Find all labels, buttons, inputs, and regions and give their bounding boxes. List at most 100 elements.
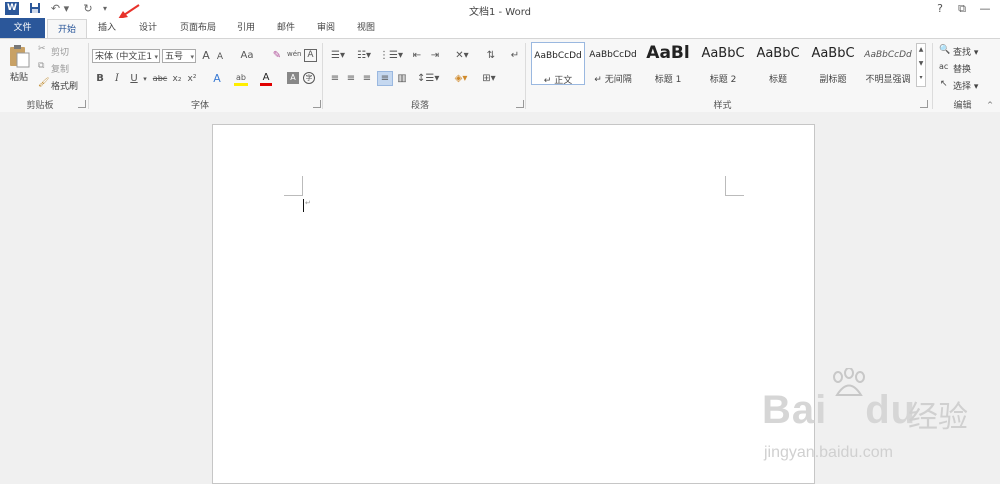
borders-icon[interactable]: ⊞▾ xyxy=(478,72,500,86)
baidu-watermark: Bai du 经验 jingyan.baidu.com xyxy=(758,366,993,466)
tab-mailings[interactable]: 邮件 xyxy=(270,18,302,38)
style-no-spacing[interactable]: AaBbCcDd ↵ 无间隔 xyxy=(586,42,640,85)
tab-references[interactable]: 引用 xyxy=(230,18,262,38)
paste-button[interactable]: 粘贴 xyxy=(10,70,28,83)
format-painter-icon[interactable]: 🖌 xyxy=(38,78,49,88)
replace-icon[interactable]: ac xyxy=(939,62,948,71)
text-effects-icon[interactable]: A xyxy=(210,72,224,86)
line-spacing-icon[interactable]: ↕☰▾ xyxy=(417,72,439,86)
highlight-color-icon[interactable]: ab xyxy=(234,72,248,86)
style-normal[interactable]: AaBbCcDd ↵ 正文 xyxy=(531,42,585,86)
cut-button[interactable]: 剪切 xyxy=(51,45,69,58)
phonetic-guide-icon[interactable]: wén xyxy=(287,47,301,61)
justify-icon[interactable]: ≡ xyxy=(377,71,393,86)
superscript-button[interactable]: x² xyxy=(186,72,198,86)
watermark-url: jingyan.baidu.com xyxy=(764,444,893,461)
italic-button[interactable]: I xyxy=(111,72,123,86)
show-hide-marks-icon[interactable]: ↵ xyxy=(508,49,522,63)
asian-layout-icon[interactable]: ✕▾ xyxy=(451,49,473,63)
format-painter-button[interactable]: 格式刷 xyxy=(51,79,78,92)
tab-view[interactable]: 视图 xyxy=(350,18,382,38)
font-launcher-icon[interactable]: . xyxy=(313,100,321,108)
paragraph-launcher-icon[interactable]: . xyxy=(516,100,524,108)
tab-design[interactable]: 设计 xyxy=(130,18,166,38)
distributed-icon[interactable]: ▥ xyxy=(395,72,409,86)
editing-group-label: 编辑 xyxy=(953,101,972,111)
find-button[interactable]: 查找 ▾ xyxy=(953,45,978,58)
group-separator xyxy=(88,43,89,109)
style-heading-2[interactable]: AaBbC 标题 2 xyxy=(696,42,750,85)
select-cursor-icon[interactable]: ↖ xyxy=(940,79,948,89)
window-title: 文档1 - Word xyxy=(468,7,532,18)
styles-gallery-scroll[interactable]: ▲ ▼ ▾ xyxy=(916,43,926,87)
help-button[interactable]: ? xyxy=(930,1,950,16)
align-center-icon[interactable]: ≡ xyxy=(344,72,358,86)
numbering-icon[interactable]: ☷▾ xyxy=(353,49,375,63)
style-sample: AaBbC xyxy=(756,46,800,61)
strikethrough-button[interactable]: abc xyxy=(152,72,168,86)
style-subtitle[interactable]: AaBbC 副标题 xyxy=(806,42,860,85)
character-shading-icon[interactable]: A xyxy=(287,72,299,84)
select-button[interactable]: 选择 ▾ xyxy=(953,79,978,92)
copy-button[interactable]: 复制 xyxy=(51,62,69,75)
chevron-down-icon: ▾ xyxy=(154,53,158,61)
style-sample: AaBbC xyxy=(811,46,855,61)
watermark-brand-a: Bai xyxy=(762,388,828,432)
style-subtle-emphasis[interactable]: AaBbCcDd 不明显强调 xyxy=(861,42,915,85)
text-cursor xyxy=(303,199,304,212)
cut-icon[interactable]: ✂ xyxy=(38,44,46,54)
bullets-icon[interactable]: ☰▾ xyxy=(327,49,349,63)
restore-ribbon-button[interactable]: ⧉ xyxy=(952,1,972,16)
change-case-icon[interactable]: Aa xyxy=(236,49,258,63)
chevron-down-icon[interactable]: ▼ xyxy=(917,58,925,70)
style-title[interactable]: AaBbC 标题 xyxy=(751,42,805,85)
more-styles-icon[interactable]: ▾ xyxy=(917,72,925,84)
align-right-icon[interactable]: ≡ xyxy=(360,72,374,86)
minimize-button[interactable]: — xyxy=(975,1,995,16)
font-group-label: 字体 xyxy=(190,101,209,111)
sort-icon[interactable]: ⇅ xyxy=(484,49,498,63)
font-name-combo[interactable]: 宋体 (中文正1 ▾ xyxy=(92,49,160,63)
enclose-characters-icon[interactable]: 字 xyxy=(303,72,315,84)
decrease-indent-icon[interactable]: ⇤ xyxy=(410,49,424,63)
font-color-icon[interactable]: A xyxy=(260,72,272,86)
replace-button[interactable]: 替换 xyxy=(953,62,971,75)
style-sample: AaBbCcDd xyxy=(589,50,637,60)
binoculars-icon[interactable]: 🔍 xyxy=(939,45,950,55)
tab-home[interactable]: 开始 xyxy=(47,19,87,39)
subscript-button[interactable]: x₂ xyxy=(171,72,183,86)
underline-button[interactable]: U xyxy=(128,72,140,86)
clipboard-launcher-icon[interactable]: . xyxy=(78,100,86,108)
styles-group-label: 样式 xyxy=(713,101,732,111)
clear-formatting-icon[interactable]: ✎ xyxy=(270,49,284,63)
styles-launcher-icon[interactable]: . xyxy=(920,100,928,108)
ribbon-home: 粘贴 ✂ 剪切 ⧉ 复制 🖌 格式刷 剪贴板 . 宋体 (中文正1▾ 五号▾ A… xyxy=(0,38,1000,113)
tab-review[interactable]: 审阅 xyxy=(310,18,342,38)
bold-button[interactable]: B xyxy=(94,72,106,86)
font-size-combo[interactable]: 五号 ▾ xyxy=(162,49,196,63)
character-border-icon[interactable]: A xyxy=(304,49,317,62)
paste-icon[interactable] xyxy=(8,43,30,69)
align-left-icon[interactable]: ≡ xyxy=(328,72,342,86)
copy-icon[interactable]: ⧉ xyxy=(38,61,44,71)
tab-insert[interactable]: 插入 xyxy=(89,18,125,38)
style-name: 副标题 xyxy=(819,75,847,85)
chevron-up-icon[interactable]: ▲ xyxy=(917,44,925,56)
chevron-down-icon[interactable]: ▾ xyxy=(141,72,149,86)
collapse-ribbon-icon[interactable]: ^ xyxy=(985,98,995,112)
tab-page-layout[interactable]: 页面布局 xyxy=(172,18,224,38)
tab-file[interactable]: 文件 xyxy=(0,18,45,38)
watermark-cn: 经验 xyxy=(908,400,968,435)
shading-icon[interactable]: ◈▾ xyxy=(450,72,472,86)
style-sample: AaBbCcDd xyxy=(534,51,582,61)
style-name: ↵ 正文 xyxy=(543,76,573,86)
multilevel-list-icon[interactable]: ⋮☰▾ xyxy=(379,49,403,63)
grow-font-icon[interactable]: A xyxy=(200,49,212,63)
shrink-font-icon[interactable]: A xyxy=(215,50,225,64)
increase-indent-icon[interactable]: ⇥ xyxy=(428,49,442,63)
style-heading-1[interactable]: AaBl 标题 1 xyxy=(641,42,695,85)
watermark-brand: Bai du xyxy=(762,388,916,433)
margin-corner-top-right xyxy=(725,195,744,196)
select-label: 选择 xyxy=(953,82,972,92)
paragraph-mark-icon: ↵ xyxy=(305,199,311,207)
